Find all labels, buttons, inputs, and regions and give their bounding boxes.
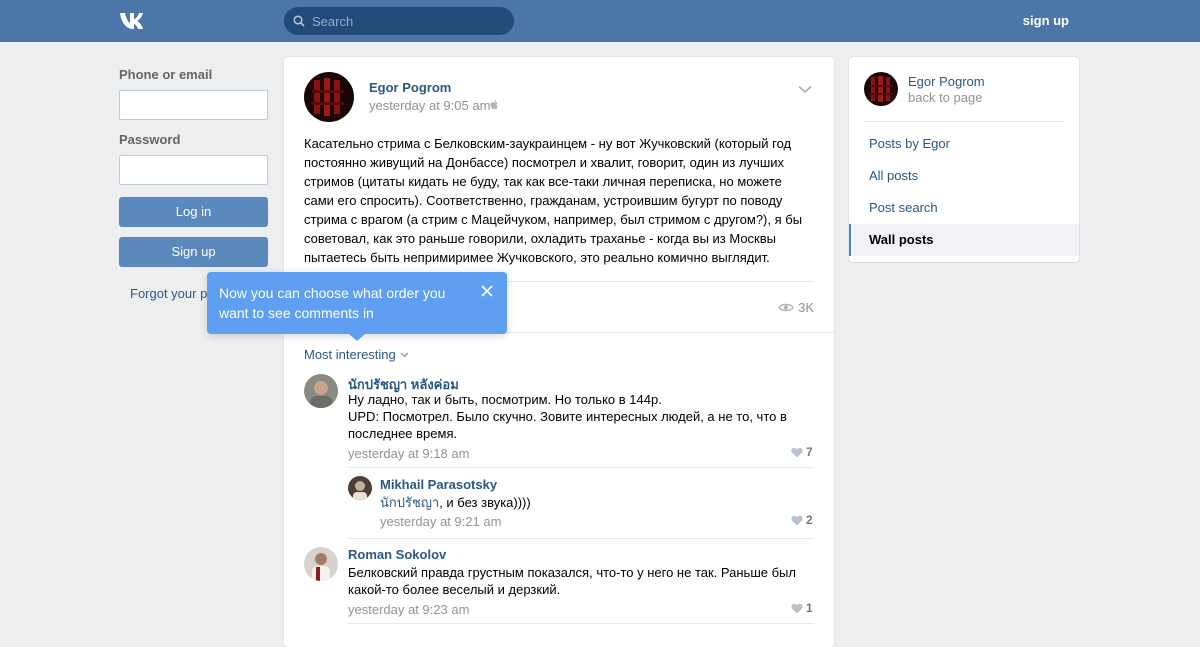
comment-separator: [348, 467, 814, 468]
comment-separator: [348, 623, 814, 624]
comment-text: Ну ладно, так и быть, посмотрим. Но толь…: [348, 392, 662, 407]
heart-icon[interactable]: [791, 603, 803, 614]
wall-sidebar: Egor Pogrom back to page Posts by Egor A…: [849, 57, 1079, 262]
signup-button[interactable]: Sign up: [119, 237, 268, 267]
apple-icon: [490, 99, 498, 110]
post-author-name[interactable]: Egor Pogrom: [369, 80, 451, 95]
comment-sort-dropdown[interactable]: Most interesting: [304, 347, 396, 362]
reply-text-body: , и без звука)))): [439, 495, 531, 510]
chevron-down-icon[interactable]: [400, 352, 409, 358]
top-header: VK sign up: [0, 0, 1200, 42]
commenter-avatar[interactable]: [304, 547, 338, 581]
sidebar-item-posts-by-egor[interactable]: Posts by Egor: [849, 128, 1079, 160]
forgot-password-link[interactable]: Forgot your pa: [130, 286, 215, 301]
sidebar-item-post-search[interactable]: Post search: [849, 192, 1079, 224]
password-input[interactable]: [119, 155, 268, 185]
views-count: 3K: [798, 300, 814, 315]
password-label: Password: [119, 132, 181, 147]
reply-text: นักปรัชญา, и без звука)))): [380, 494, 800, 511]
reply-mention-link[interactable]: นักปรัชญา: [380, 495, 439, 510]
sidebar-divider: [864, 121, 1064, 122]
sidebar-name[interactable]: Egor Pogrom: [908, 74, 985, 89]
like-count: 7: [806, 445, 813, 459]
phone-label: Phone or email: [119, 67, 213, 82]
commenter-avatar[interactable]: [304, 374, 338, 408]
sidebar-item-wall-posts[interactable]: Wall posts: [849, 224, 1079, 256]
comment-author-name[interactable]: Roman Sokolov: [348, 547, 446, 562]
heart-icon[interactable]: [791, 447, 803, 458]
phone-input[interactable]: [119, 90, 268, 120]
header-signup-link[interactable]: sign up: [1023, 13, 1069, 28]
heart-icon[interactable]: [791, 515, 803, 526]
close-icon[interactable]: [481, 285, 493, 297]
author-avatar[interactable]: [304, 72, 354, 122]
comment-time[interactable]: yesterday at 9:23 am: [348, 602, 469, 617]
search-input[interactable]: [312, 7, 507, 35]
commenter-avatar[interactable]: [348, 476, 372, 500]
vk-logo-icon[interactable]: VK: [119, 11, 151, 31]
search-box[interactable]: [284, 7, 514, 35]
comment-text: UPD: Посмотрел. Было скучно. Зовите инте…: [348, 409, 787, 441]
like-count: 1: [806, 601, 813, 615]
comment-separator: [348, 538, 814, 539]
login-button[interactable]: Log in: [119, 197, 268, 227]
sidebar-avatar[interactable]: [864, 72, 898, 106]
sidebar-item-all-posts[interactable]: All posts: [849, 160, 1079, 192]
tooltip-text: Now you can choose what order you want t…: [219, 285, 446, 321]
reply-author-name[interactable]: Mikhail Parasotsky: [380, 477, 497, 492]
comment-time[interactable]: yesterday at 9:18 am: [348, 446, 469, 461]
reply-time[interactable]: yesterday at 9:21 am: [380, 514, 501, 529]
back-to-page-link[interactable]: back to page: [908, 90, 982, 105]
login-panel: Phone or email Password Log in Sign up: [119, 57, 268, 267]
comment-text: Белковский правда грустным показался, чт…: [348, 565, 796, 597]
post-menu-chevron-icon[interactable]: [798, 85, 812, 94]
comment-order-tooltip: Now you can choose what order you want t…: [207, 272, 507, 341]
post-card: Egor Pogrom yesterday at 9:05 am Касател…: [284, 57, 834, 647]
post-time[interactable]: yesterday at 9:05 am: [369, 98, 490, 113]
like-count: 2: [806, 513, 813, 527]
eye-icon: [778, 303, 794, 312]
search-icon: [293, 15, 305, 27]
post-text: Касательно стрима с Белковским-заукраинц…: [304, 136, 803, 265]
